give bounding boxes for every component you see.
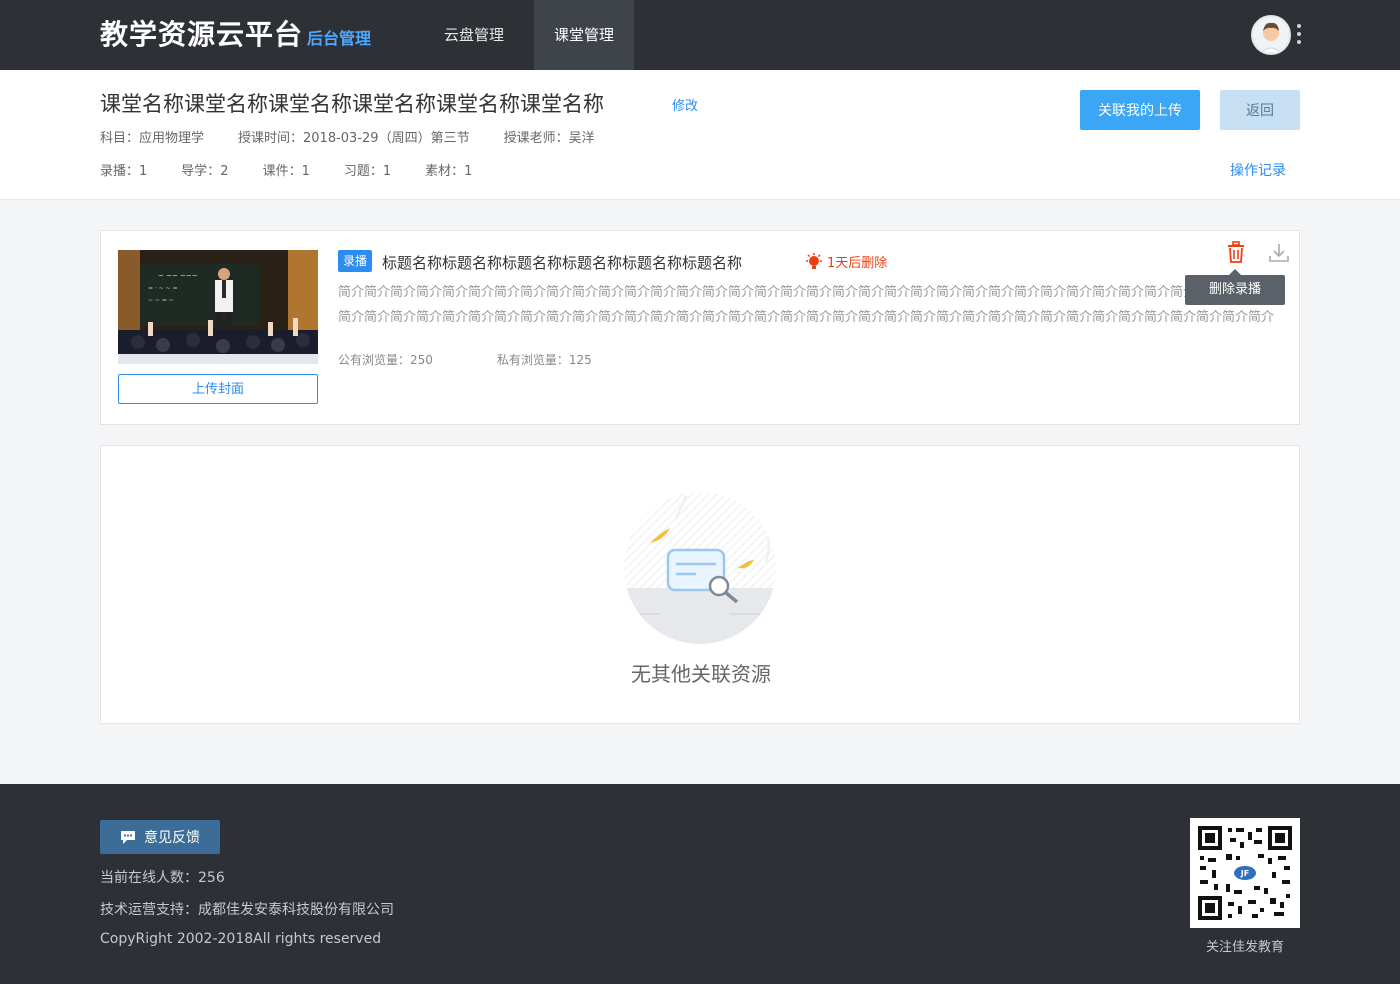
more-menu-icon[interactable] (1294, 24, 1304, 46)
qr-code: JF (1190, 818, 1300, 928)
empty-search-illustration (620, 488, 780, 648)
main-nav: 云盘管理 课堂管理 (424, 0, 644, 70)
qr-caption: 关注佳发教育 (1205, 940, 1284, 955)
video-thumbnail[interactable]: ~ ~~ ~~~ = · ~ ~ = ~ ~ = ~ (118, 250, 318, 364)
resource-description-text: 简介简介简介简介简介简介简介简介简介简介简介简介简介简介简介简介简介简介简介简介… (338, 285, 1275, 325)
tech-support: 技术运营支持：成都佳发安泰科技股份有限公司 (100, 902, 394, 918)
nav-cloud-disk[interactable]: 云盘管理 (424, 0, 524, 70)
resource-stats: 公有浏览量：250 私有浏览量：125 (338, 351, 656, 368)
user-avatar[interactable] (1251, 15, 1291, 55)
course-time: 授课时间：2018-03-29（周四）第三节 (238, 131, 470, 146)
download-icon[interactable] (1268, 242, 1290, 264)
footer: 意见反馈 当前在线人数：256 技术运营支持：成都佳发安泰科技股份有限公司 Co… (0, 784, 1400, 984)
course-teacher: 授课老师：吴洋 (503, 131, 595, 146)
online-count: 当前在线人数：256 (100, 870, 225, 886)
expire-notice: 1天后删除 (805, 252, 887, 271)
chat-icon (121, 831, 135, 844)
private-views: 私有浏览量：125 (496, 353, 592, 367)
course-subject: 科目：应用物理学 (100, 131, 205, 146)
empty-related-panel: 无其他关联资源 (100, 445, 1300, 724)
course-meta: 科目：应用物理学 授课时间：2018-03-29（周四）第三节 授课老师：吴洋 (100, 127, 629, 146)
resource-type-badge: 录播 (338, 250, 373, 272)
empty-state-message: 无其他关联资源 (631, 662, 771, 686)
resource-card: ~ ~~ ~~~ = · ~ ~ = ~ ~ = ~ 上传封面 录播 标题名称标… (100, 230, 1300, 425)
upload-cover-button[interactable]: 上传封面 (118, 374, 318, 404)
svg-text:= · ~ ~ =: = · ~ ~ = (148, 285, 178, 292)
logo-subtitle: 后台管理 (307, 29, 372, 48)
trash-icon[interactable] (1225, 241, 1247, 263)
feedback-label: 意见反馈 (144, 829, 200, 845)
copyright: CopyRight 2002-2018All rights reserved (100, 931, 382, 947)
count-guide: 导学：2 (181, 164, 229, 179)
public-views: 公有浏览量：250 (338, 353, 433, 367)
delete-recording-tooltip: 删除录播 (1185, 269, 1285, 305)
expire-text: 1天后删除 (827, 256, 888, 271)
course-title: 课堂名称课堂名称课堂名称课堂名称课堂名称课堂名称 (100, 92, 604, 116)
count-courseware: 课件：1 (262, 164, 310, 179)
top-navbar: 教学资源云平台 后台管理 云盘管理 课堂管理 (0, 0, 1400, 70)
link-my-upload-button[interactable]: 关联我的上传 (1080, 90, 1200, 130)
svg-text:~ ~ = ~: ~ ~ = ~ (148, 297, 174, 304)
feedback-button[interactable]: 意见反馈 (100, 820, 220, 854)
count-material: 素材：1 (425, 164, 473, 179)
logo-title: 教学资源云平台 (100, 18, 304, 51)
course-info-panel: 课堂名称课堂名称课堂名称课堂名称课堂名称课堂名称 修改 科目：应用物理学 授课时… (0, 70, 1400, 200)
resource-title[interactable]: 标题名称标题名称标题名称标题名称标题名称标题名称 (382, 252, 742, 273)
svg-text:JF: JF (1240, 869, 1249, 878)
edit-course-title-link[interactable]: 修改 (672, 95, 698, 114)
nav-classroom[interactable]: 课堂管理 (534, 0, 634, 70)
svg-text:~ ~~ ~~~: ~ ~~ ~~~ (158, 272, 198, 280)
count-exercise: 习题：1 (343, 164, 392, 179)
resource-description: 简介简介简介简介简介简介简介简介简介简介简介简介简介简介简介简介简介简介简介简介… (338, 280, 1283, 330)
operation-record-link[interactable]: 操作记录 (1230, 160, 1286, 180)
logo[interactable]: 教学资源云平台 后台管理 (100, 17, 371, 53)
bulb-icon (806, 252, 822, 269)
resource-counts: 录播：1 导学：2 课件：1 习题：1 素材：1 (100, 160, 506, 179)
count-recording: 录播：1 (100, 164, 148, 179)
back-button[interactable]: 返回 (1220, 90, 1300, 130)
